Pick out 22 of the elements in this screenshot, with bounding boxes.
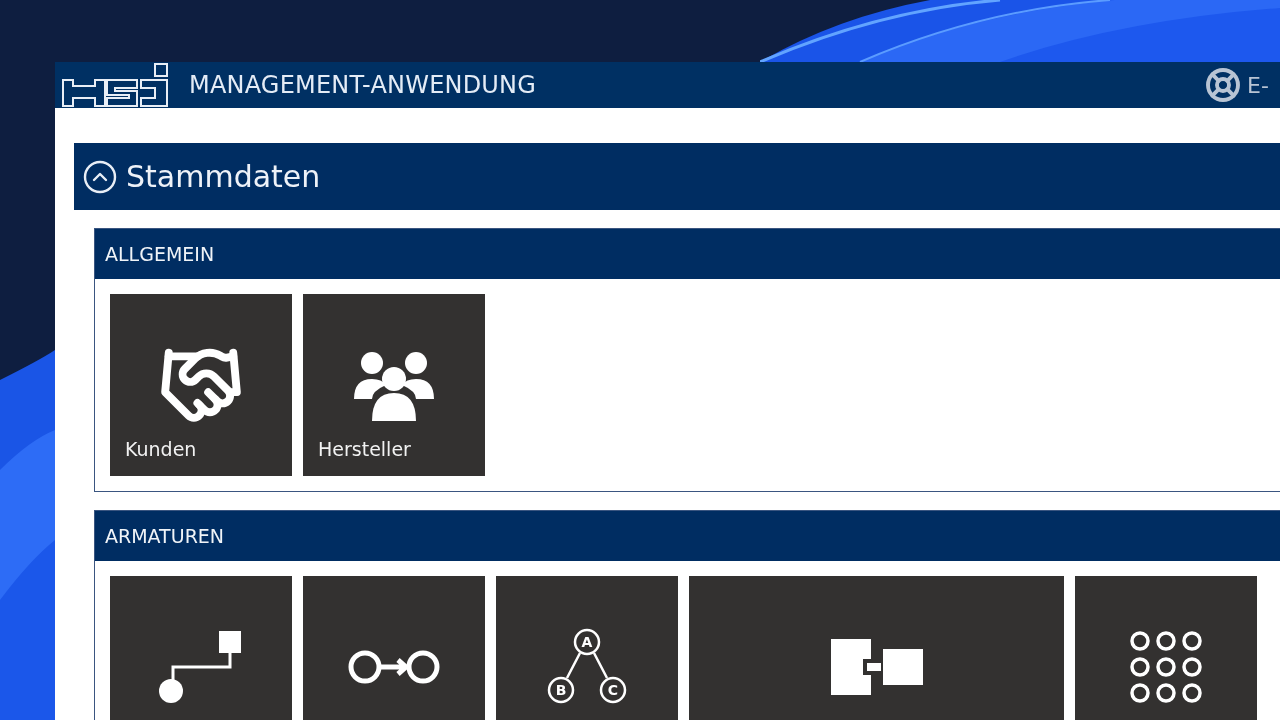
flow-icon	[348, 648, 440, 686]
help-label[interactable]: E-	[1247, 72, 1269, 98]
dot-grid-icon	[1130, 631, 1202, 703]
tile-label: Kunden	[125, 438, 197, 460]
section-title: ARMATUREN	[105, 525, 225, 547]
tile[interactable]: Kunden	[110, 294, 292, 476]
tile[interactable]	[110, 576, 292, 720]
lifebuoy-icon[interactable]	[1205, 67, 1241, 103]
tile[interactable]	[1075, 576, 1257, 720]
section-title: ALLGEMEIN	[105, 243, 215, 265]
people-icon	[352, 349, 436, 421]
collapse-icon[interactable]	[82, 158, 118, 195]
tile[interactable]	[303, 576, 485, 720]
blocks-icon	[830, 639, 923, 695]
route-icon	[159, 629, 243, 705]
tile[interactable]: A B C	[496, 576, 678, 720]
tile-label: Hersteller	[318, 438, 411, 460]
panel-header[interactable]: Stammdaten	[74, 143, 1280, 210]
panel-title: Stammdaten	[126, 159, 321, 194]
tile[interactable]	[689, 576, 1064, 720]
tile[interactable]: Hersteller	[303, 294, 485, 476]
window-title: MANAGEMENT-ANWENDUNG	[189, 71, 537, 99]
